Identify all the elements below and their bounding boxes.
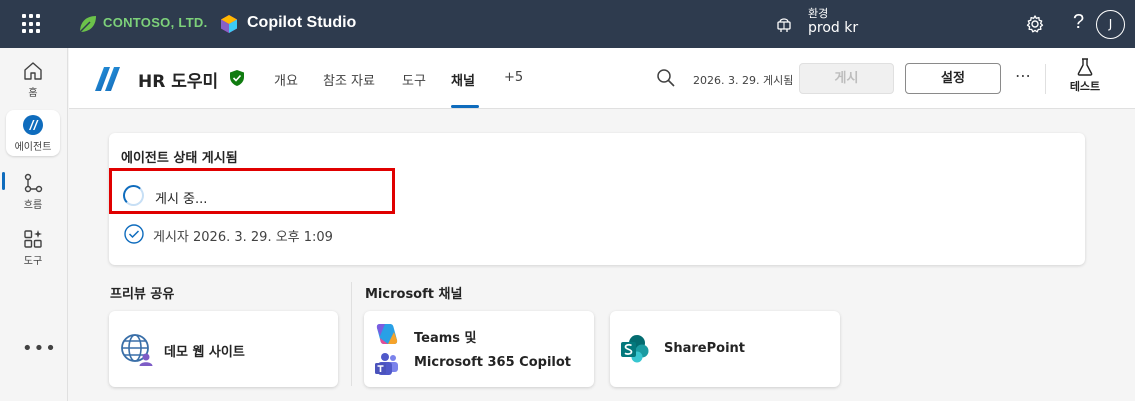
test-label: 테스트 [1069,80,1101,93]
environment-icon[interactable] [775,15,793,33]
agent-logo-icon [95,67,120,91]
avatar[interactable]: J [1096,10,1125,39]
teams-label-line1: Teams 및 [414,331,477,346]
teams-label-line2: Microsoft 365 Copilot [414,355,572,370]
rail-label-home: 홈 [28,88,38,99]
environment-value[interactable]: prod kr [808,20,858,36]
copilot-studio-logo-icon [221,15,237,33]
published-by: 게시자 2026. 3. 29. 오후 1:09 [153,230,333,245]
sharepoint-icon [621,335,649,363]
settings-button[interactable]: 설정 [905,63,1001,94]
search-icon[interactable] [656,68,676,88]
rail-item-agents[interactable]: 에이전트 [6,110,60,156]
publish-button[interactable]: 게시 [799,63,894,94]
tab-overview[interactable]: 개요 [274,70,298,89]
contoso-logo-icon [79,16,96,33]
section-divider [351,282,352,386]
tab-tools[interactable]: 도구 [402,70,426,89]
copilot-icon [376,324,398,344]
highlight-box [109,168,395,214]
tab-more[interactable]: +5 [504,70,523,85]
globe-people-icon [121,334,153,366]
app-launcher-icon[interactable] [22,14,42,34]
shield-check-icon [230,70,244,86]
agent-icon [23,115,43,135]
rail-label-agents: 에이전트 [14,142,52,153]
check-circle-icon [124,224,144,244]
brand-name: CONTOSO, LTD. [103,15,208,30]
demo-website-label: 데모 웹 사이트 [164,345,245,360]
rail-item-home[interactable]: 홈 [6,56,60,102]
demo-website-card[interactable]: 데모 웹 사이트 [109,311,338,387]
header-divider [1045,64,1046,94]
publishing-status: 게시 중... [155,192,208,207]
agent-status-card: 에이전트 상태 게시됨 게시 중... 게시자 2026. 3. 29. 오후 … [109,133,1085,265]
published-date: 2026. 3. 29. 게시됨 [693,74,794,87]
home-icon [24,62,42,80]
sharepoint-label: SharePoint [664,341,746,356]
beaker-icon [1077,58,1093,76]
spinner-icon [123,185,144,206]
active-tab-underline [451,105,479,108]
agent-header: HR 도우미 개요 참조 자료 도구 채널 +5 2026. 3. 29. 게시… [69,48,1135,109]
rail-label-flows: 흐름 [23,200,43,211]
teams-icon [375,353,398,375]
test-button[interactable]: 테스트 [1065,58,1105,94]
tools-icon [24,230,42,248]
status-title: 에이전트 상태 게시됨 [121,151,238,166]
teams-copilot-card[interactable]: Teams 및 Microsoft 365 Copilot [364,311,594,387]
microsoft-section-title: Microsoft 채널 [365,287,463,302]
help-icon[interactable]: ? [1073,11,1084,34]
top-bar: CONTOSO, LTD. Copilot Studio 환경 prod kr … [0,0,1135,48]
environment-label: 환경 [808,7,829,20]
preview-section-title: 프리뷰 공유 [110,287,175,302]
rail-item-tools[interactable]: 도구 [6,224,60,270]
agent-name: HR 도우미 [138,72,219,92]
left-nav-rail: 홈 에이전트 흐름 도구 ••• [0,48,68,401]
gear-icon[interactable] [1025,14,1045,34]
more-options-icon[interactable]: ⋯ [1015,66,1032,85]
more-icon[interactable]: ••• [22,338,57,359]
tab-knowledge[interactable]: 참조 자료 [323,70,375,89]
rail-label-tools: 도구 [23,256,43,267]
product-name[interactable]: Copilot Studio [247,14,356,32]
flow-icon [24,173,43,193]
tab-channels[interactable]: 채널 [451,70,475,89]
active-indicator [2,172,5,190]
sharepoint-card[interactable]: SharePoint [610,311,840,387]
rail-item-flows[interactable]: 흐름 [6,168,60,214]
